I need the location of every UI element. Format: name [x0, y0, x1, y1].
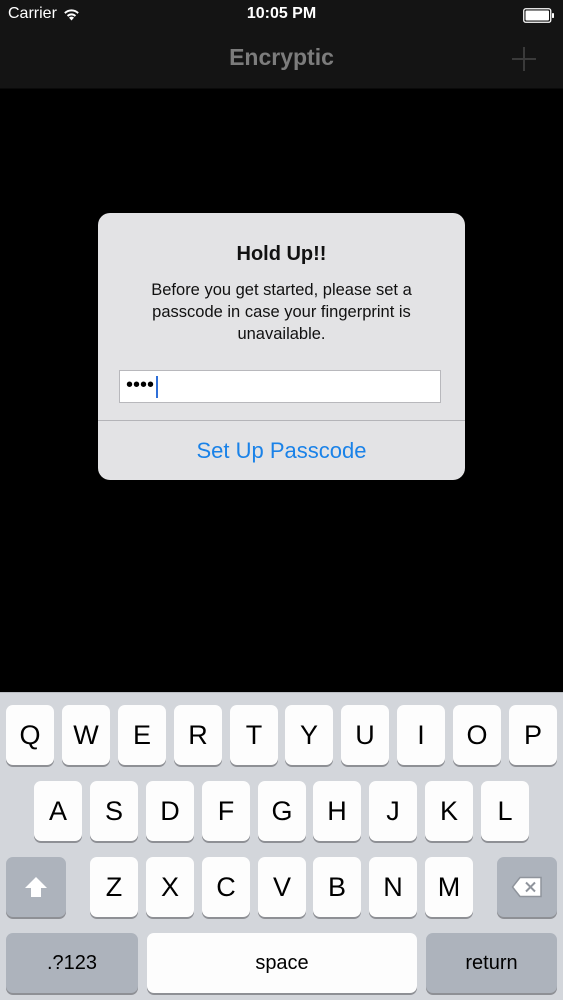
key-e[interactable]: E [118, 705, 166, 765]
plus-icon[interactable] [511, 46, 537, 72]
key-p[interactable]: P [509, 705, 557, 765]
key-f[interactable]: F [202, 781, 250, 841]
space-key[interactable]: space [147, 933, 417, 993]
key-v[interactable]: V [258, 857, 306, 917]
key-i[interactable]: I [397, 705, 445, 765]
alert-title: Hold Up!! [236, 243, 327, 265]
key-b[interactable]: B [313, 857, 361, 917]
key-t[interactable]: T [230, 705, 278, 765]
alert-message: Before you get started, please set a pas… [151, 281, 412, 343]
screen: Carrier 10:05 PM Encryptic Hold Up!! Bef… [0, 0, 563, 1000]
backspace-icon [511, 876, 542, 898]
keyboard: Q W E R T Y U I O P A S D F G H J K L Z … [0, 692, 563, 1000]
passcode-field[interactable]: •••• [119, 370, 441, 403]
text-caret [156, 375, 159, 398]
key-o[interactable]: O [453, 705, 501, 765]
key-n[interactable]: N [369, 857, 417, 917]
passcode-alert: Hold Up!! Before you get started, please… [98, 213, 465, 480]
key-x[interactable]: X [146, 857, 194, 917]
key-w[interactable]: W [62, 705, 110, 765]
backspace-key[interactable] [497, 857, 557, 917]
battery-icon [523, 8, 554, 23]
passcode-value: •••• [126, 374, 155, 396]
key-s[interactable]: S [90, 781, 138, 841]
shift-icon [25, 877, 47, 897]
navigation-bar: Encryptic [0, 30, 563, 89]
key-a[interactable]: A [34, 781, 82, 841]
key-k[interactable]: K [425, 781, 473, 841]
key-g[interactable]: G [258, 781, 306, 841]
return-key[interactable]: return [426, 933, 557, 993]
key-r[interactable]: R [174, 705, 222, 765]
key-d[interactable]: D [146, 781, 194, 841]
status-time: 10:05 PM [246, 5, 317, 22]
set-up-passcode-button[interactable]: Set Up Passcode [98, 421, 465, 480]
key-m[interactable]: M [425, 857, 473, 917]
key-c[interactable]: C [202, 857, 250, 917]
nav-title: Encryptic [229, 44, 334, 70]
key-h[interactable]: H [313, 781, 361, 841]
key-y[interactable]: Y [285, 705, 333, 765]
shift-key[interactable] [6, 857, 66, 917]
key-j[interactable]: J [369, 781, 417, 841]
key-l[interactable]: L [481, 781, 529, 841]
key-q[interactable]: Q [6, 705, 54, 765]
status-bar: Carrier 10:05 PM [0, 0, 563, 30]
key-z[interactable]: Z [90, 857, 138, 917]
numbers-key[interactable]: .?123 [6, 933, 138, 993]
key-u[interactable]: U [341, 705, 389, 765]
